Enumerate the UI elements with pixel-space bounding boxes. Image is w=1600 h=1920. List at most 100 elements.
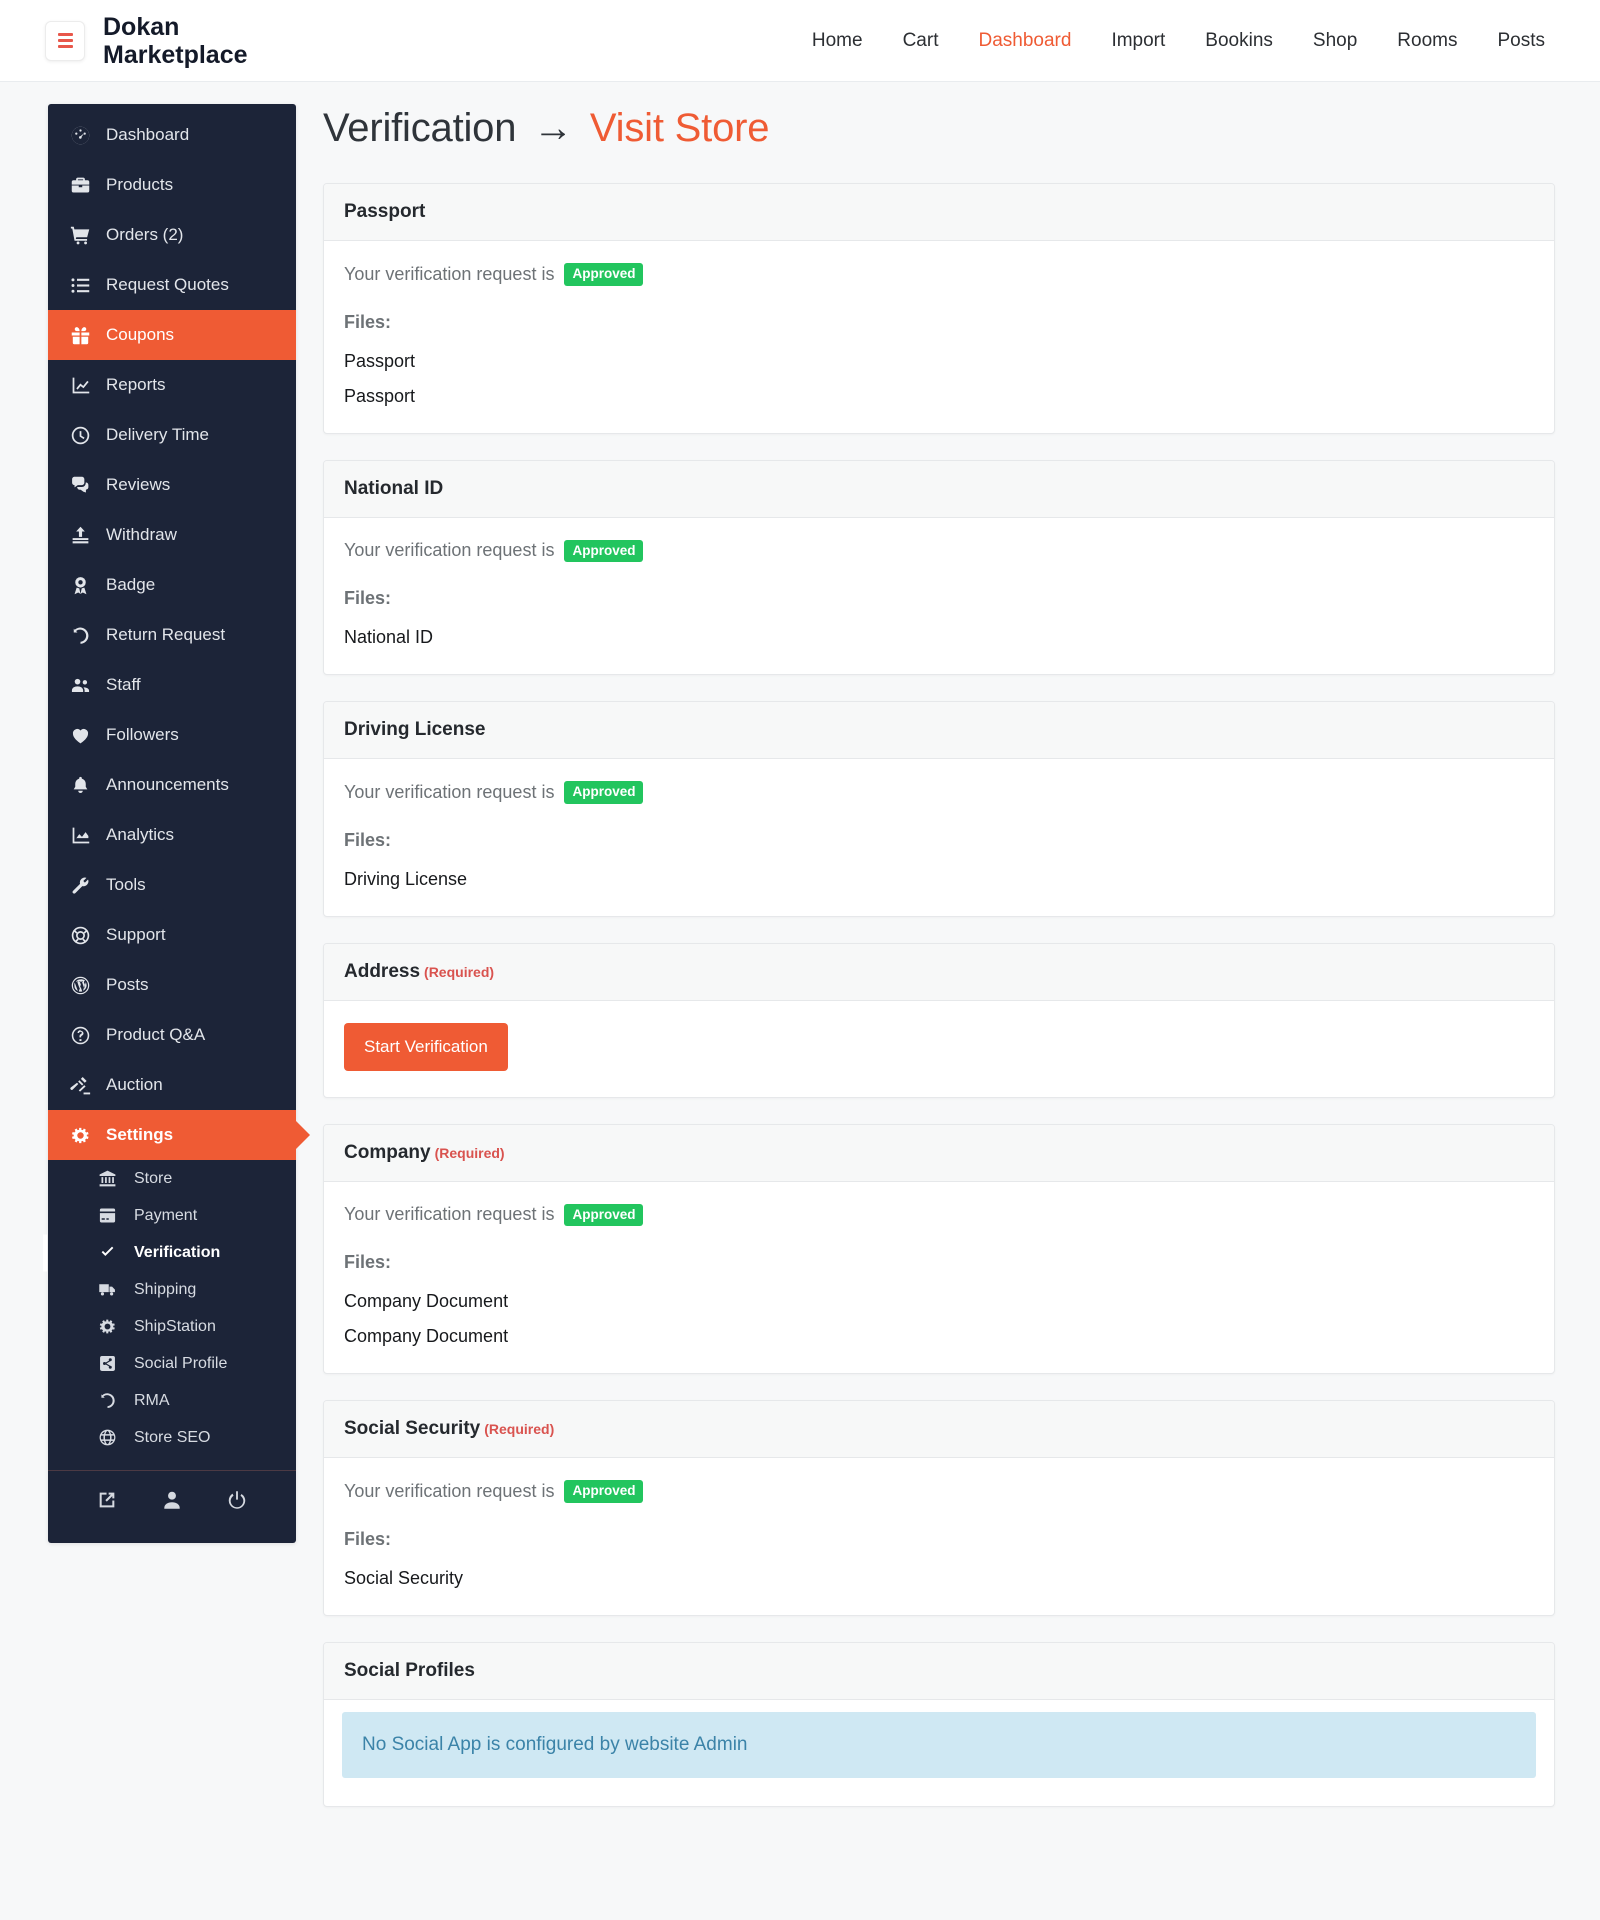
sidebar-item-label: Request Quotes — [106, 275, 229, 294]
card-header: Driving License — [324, 702, 1554, 759]
sidebar-item-support[interactable]: Support — [48, 910, 296, 960]
sidebar-item-return-request[interactable]: Return Request — [48, 610, 296, 660]
sidebar-item-settings[interactable]: Settings — [48, 1110, 296, 1160]
sidebar-item-reports[interactable]: Reports — [48, 360, 296, 410]
sidebar-item-label: Badge — [106, 575, 156, 594]
file-row[interactable]: National ID — [344, 627, 1534, 648]
card-body: Start Verification — [324, 1001, 1554, 1097]
sidebar-item-label: Coupons — [106, 325, 175, 344]
comments-icon — [68, 473, 92, 497]
file-row[interactable]: Social Security — [344, 1568, 1534, 1589]
sidebar-item-dashboard[interactable]: Dashboard — [48, 110, 296, 160]
page-shell: Dashboard Products Orders (2) Request Quote… — [0, 82, 1600, 1833]
start-verification-button[interactable]: Start Verification — [344, 1022, 508, 1071]
top-header: Dokan Marketplace Home Cart Dashboard Impor… — [0, 0, 1600, 82]
wordpress-icon — [68, 973, 92, 997]
card-title: Social Security — [344, 1418, 481, 1439]
card-body: Your verification request is Approved File… — [324, 241, 1554, 433]
sidebar-submenu: Store Payment Verification Shipping ShipStat… — [48, 1160, 296, 1456]
gavel-icon — [68, 1073, 92, 1097]
share-icon — [96, 1353, 118, 1375]
status-badge: Approved — [564, 1203, 644, 1226]
nav-link-cart[interactable]: Cart — [903, 30, 939, 52]
nav-link-rooms[interactable]: Rooms — [1397, 30, 1457, 52]
sidebar-item-tools[interactable]: Tools — [48, 860, 296, 910]
sidebar-menu: Dashboard Products Orders (2) Request Quote… — [48, 110, 296, 1160]
hamburger-icon[interactable] — [45, 20, 85, 61]
credit-card-icon — [96, 1205, 118, 1227]
arrow-icon: → — [533, 106, 573, 150]
chart-line-icon — [68, 373, 92, 397]
sidebar-item-auction[interactable]: Auction — [48, 1060, 296, 1110]
undo-icon — [96, 1390, 118, 1412]
cog-icon — [96, 1316, 118, 1338]
sidebar-subitem-shipping[interactable]: Shipping — [48, 1271, 296, 1308]
sidebar-subitem-rma[interactable]: RMA — [48, 1382, 296, 1419]
sidebar-item-label: Withdraw — [106, 525, 177, 544]
verification-card-address: Address (Required) Start Verification — [323, 942, 1555, 1098]
question-circle-icon — [68, 1023, 92, 1047]
files-label: Files: — [344, 1528, 392, 1549]
status-line: Your verification request is Approved — [344, 1480, 1534, 1503]
nav-link-posts[interactable]: Posts — [1497, 30, 1545, 52]
nav-link-shop[interactable]: Shop — [1313, 30, 1357, 52]
verification-cards: Passport Your verification request is Appr… — [323, 183, 1555, 1807]
sidebar-item-label: Delivery Time — [106, 425, 209, 444]
external-link-icon[interactable] — [96, 1489, 118, 1511]
sidebar-subitem-label: ShipStation — [134, 1317, 216, 1335]
file-row[interactable]: Company Document — [344, 1291, 1534, 1312]
users-icon — [68, 673, 92, 697]
sidebar-item-withdraw[interactable]: Withdraw — [48, 510, 296, 560]
sidebar-subitem-store[interactable]: Store — [48, 1160, 296, 1197]
sidebar: Dashboard Products Orders (2) Request Quote… — [48, 104, 296, 1543]
sidebar-item-label: Posts — [106, 975, 149, 994]
sidebar-subitem-social-profile[interactable]: Social Profile — [48, 1345, 296, 1382]
card-body: No Social App is configured by website A… — [324, 1711, 1554, 1778]
sidebar-item-label: Return Request — [106, 625, 226, 644]
sidebar-item-orders-2[interactable]: Orders (2) — [48, 210, 296, 260]
briefcase-icon — [68, 173, 92, 197]
status-line: Your verification request is Approved — [344, 1203, 1534, 1226]
power-off-icon[interactable] — [226, 1489, 248, 1511]
sidebar-subitem-shipstation[interactable]: ShipStation — [48, 1308, 296, 1345]
sidebar-subitem-label: Verification — [134, 1243, 221, 1261]
nav-link-home[interactable]: Home — [812, 30, 863, 52]
sidebar-item-posts[interactable]: Posts — [48, 960, 296, 1010]
status-prefix: Your verification request is — [344, 781, 555, 802]
sidebar-subitem-label: RMA — [134, 1391, 170, 1409]
sidebar-item-staff[interactable]: Staff — [48, 660, 296, 710]
sidebar-item-products[interactable]: Products — [48, 160, 296, 210]
sidebar-item-reviews[interactable]: Reviews — [48, 460, 296, 510]
visit-store-link[interactable]: Visit Store — [590, 106, 770, 150]
sidebar-item-label: Products — [106, 175, 174, 194]
sidebar-item-delivery-time[interactable]: Delivery Time — [48, 410, 296, 460]
brand: Dokan Marketplace — [45, 13, 248, 69]
sidebar-bottom-actions — [48, 1471, 296, 1515]
user-icon[interactable] — [161, 1489, 183, 1511]
status-badge: Approved — [564, 781, 644, 804]
verification-card-national-id: National ID Your verification request is A… — [323, 459, 1555, 675]
gift-icon — [68, 323, 92, 347]
sidebar-item-analytics[interactable]: Analytics — [48, 810, 296, 860]
sidebar-subitem-payment[interactable]: Payment — [48, 1197, 296, 1234]
nav-link-import[interactable]: Import — [1111, 30, 1165, 52]
sidebar-subitem-verification[interactable]: Verification — [48, 1234, 296, 1271]
file-row[interactable]: Driving License — [344, 869, 1534, 890]
status-badge: Approved — [564, 539, 644, 562]
required-label: (Required) — [424, 963, 495, 980]
sidebar-subitem-store-seo[interactable]: Store SEO — [48, 1419, 296, 1456]
card-header: Address (Required) — [324, 943, 1554, 1001]
sidebar-item-badge[interactable]: Badge — [48, 560, 296, 610]
sidebar-item-followers[interactable]: Followers — [48, 710, 296, 760]
nav-link-bookins[interactable]: Bookins — [1205, 30, 1273, 52]
chart-area-icon — [68, 823, 92, 847]
sidebar-item-coupons[interactable]: Coupons — [48, 310, 296, 360]
file-row[interactable]: Company Document — [344, 1326, 1534, 1347]
sidebar-item-product-q-a[interactable]: Product Q&A — [48, 1010, 296, 1060]
sidebar-item-request-quotes[interactable]: Request Quotes — [48, 260, 296, 310]
status-prefix: Your verification request is — [344, 1204, 555, 1225]
sidebar-item-announcements[interactable]: Announcements — [48, 760, 296, 810]
file-row[interactable]: Passport — [344, 386, 1534, 407]
nav-link-dashboard[interactable]: Dashboard — [978, 30, 1071, 52]
file-row[interactable]: Passport — [344, 351, 1534, 372]
